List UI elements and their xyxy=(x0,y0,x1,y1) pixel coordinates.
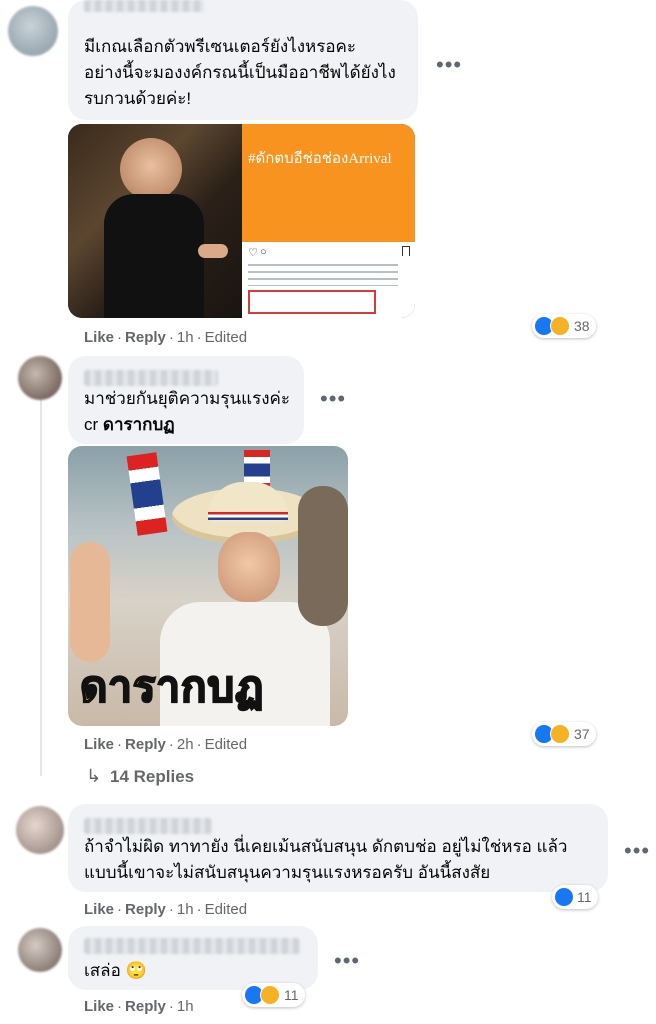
image-caption: #ดักตบอีช่อช่องArrival xyxy=(248,151,392,167)
view-replies-link[interactable]: 14 Replies xyxy=(110,767,194,787)
like-link[interactable]: Like xyxy=(84,736,114,753)
reaction-summary[interactable]: 11 xyxy=(552,885,598,909)
edited-label[interactable]: Edited xyxy=(205,329,248,346)
comment-image[interactable]: #ดักตบอีช่อช่องArrival ♡ ○ xyxy=(68,124,415,318)
instagram-heart-icon: ♡ xyxy=(248,247,258,259)
avatar[interactable] xyxy=(18,356,62,400)
avatar[interactable] xyxy=(18,928,62,972)
more-icon[interactable]: ••• xyxy=(320,388,346,410)
person-right xyxy=(298,486,348,626)
reply-link[interactable]: Reply xyxy=(125,998,166,1015)
instagram-comment-icon: ○ xyxy=(260,246,267,258)
comment-author[interactable] xyxy=(84,0,204,12)
comment-text-credit: cr ดารากบฏ xyxy=(84,412,304,438)
flag xyxy=(126,452,168,536)
comment-author[interactable] xyxy=(84,818,212,834)
like-link[interactable]: Like xyxy=(84,329,114,346)
hat-band xyxy=(208,512,288,520)
reaction-count: 11 xyxy=(577,889,592,905)
thread-line xyxy=(40,396,42,776)
comment-actions: Like · Reply · 1h xyxy=(84,998,194,1015)
avatar[interactable] xyxy=(16,806,64,854)
comment-actions: Like · Reply · 1h · Edited xyxy=(84,901,248,918)
reply-link[interactable]: Reply xyxy=(125,901,166,918)
comment-time[interactable]: 1h xyxy=(177,329,194,346)
edited-label[interactable]: Edited xyxy=(205,736,248,753)
reply-link[interactable]: Reply xyxy=(125,736,166,753)
rolling-eyes-emoji: 🙄 xyxy=(125,961,147,980)
comment-actions: Like · Reply · 1h · Edited xyxy=(84,329,248,346)
more-icon[interactable]: ••• xyxy=(436,54,462,76)
reaction-summary[interactable]: 38 xyxy=(532,314,596,338)
person-figure xyxy=(120,138,182,200)
caption-panel: #ดักตบอีช่อช่องArrival xyxy=(242,124,415,242)
reaction-count: 37 xyxy=(574,726,590,742)
like-link[interactable]: Like xyxy=(84,901,114,918)
ig-text-lines xyxy=(248,264,398,286)
comment-time[interactable]: 1h xyxy=(177,901,194,918)
haha-icon xyxy=(260,985,280,1005)
highlighted-comment-box xyxy=(248,290,376,314)
comment-text: เสล่อ 🙄 xyxy=(84,958,304,984)
reply-arrow-icon[interactable]: ↳ xyxy=(86,766,101,787)
credit-tag[interactable]: ดารากบฏ xyxy=(103,415,175,434)
instagram-screenshot: ♡ ○ xyxy=(242,242,415,318)
like-icon xyxy=(555,888,573,906)
comment-actions: Like · Reply · 2h · Edited xyxy=(84,736,248,753)
edited-label[interactable]: Edited xyxy=(205,901,248,918)
image-caption: ดารากบฏ xyxy=(79,662,265,711)
more-icon[interactable]: ••• xyxy=(334,950,360,972)
instagram-bookmark-icon xyxy=(402,246,410,256)
comment-time[interactable]: 1h xyxy=(177,998,194,1015)
raised-arm xyxy=(70,542,110,662)
reaction-summary[interactable]: 37 xyxy=(532,722,596,746)
comment-text: ถ้าจำไม่ผิด ทาทายัง นี่เคยเม้นสนับสนุน ด… xyxy=(84,837,568,882)
credit-label: cr xyxy=(84,415,99,434)
comment-time[interactable]: 2h xyxy=(177,736,194,753)
comment-image[interactable]: ดารากบฏ xyxy=(68,446,348,726)
haha-icon xyxy=(550,316,570,336)
reaction-count: 11 xyxy=(284,987,299,1003)
reply-link[interactable]: Reply xyxy=(125,329,166,346)
haha-icon xyxy=(550,724,570,744)
more-icon[interactable]: ••• xyxy=(624,840,650,862)
person-arm xyxy=(198,244,228,258)
comment-author[interactable] xyxy=(84,938,300,954)
reaction-summary[interactable]: 11 xyxy=(242,983,305,1007)
reaction-count: 38 xyxy=(574,318,590,334)
comment-text-body: เสล่อ xyxy=(84,961,121,980)
person-body xyxy=(104,194,204,318)
comment-text: มาช่วยกันยุติความรุนแรงค่ะ xyxy=(84,389,291,408)
comment-text: มีเกณเลือกตัวพรีเซนเตอร์ยังไงหรอคะ อย่าง… xyxy=(84,37,396,108)
face xyxy=(218,532,280,602)
like-link[interactable]: Like xyxy=(84,998,114,1015)
avatar[interactable] xyxy=(8,6,58,56)
photo-left xyxy=(68,124,242,318)
comment-author[interactable] xyxy=(84,370,218,386)
